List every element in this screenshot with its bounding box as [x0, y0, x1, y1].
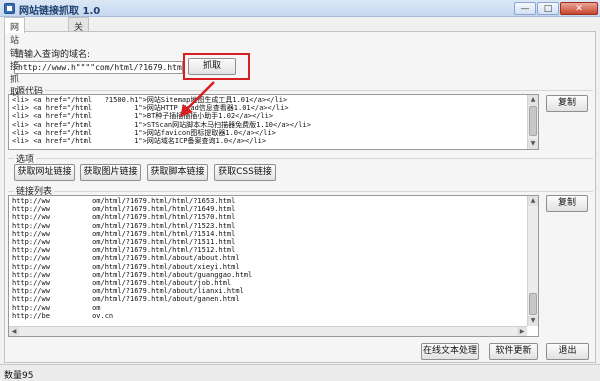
get-url-links-button[interactable]: 获取网址链接 — [14, 164, 75, 181]
maximize-button[interactable]: □ — [537, 2, 559, 15]
link-line: http://ww om/html/?1679.html/html/?1570.… — [12, 213, 236, 222]
scroll-down-arrow-icon[interactable]: ▼ — [528, 139, 538, 149]
links-vertical-scrollbar[interactable]: ▲ ▼ — [527, 196, 538, 326]
links-list-textarea[interactable]: http://ww om/html/?1679.html/html/?1653.… — [8, 195, 539, 337]
link-line: http://ww om/html/?1679.html/html/?1514.… — [12, 229, 236, 238]
link-line: http://ww om/html/?1679.html/about/lianx… — [12, 287, 244, 296]
links-horizontal-scrollbar[interactable]: ◀ ▶ — [9, 326, 527, 336]
domain-url-input[interactable]: http://www.h""""com/html/?1679.html — [14, 61, 183, 74]
code-line: <li> <a href="/html ?1500.h1">网站Sitemap地… — [12, 96, 288, 104]
link-line: http://ww om/html/?1679.html/html/?1649.… — [12, 205, 236, 214]
scroll-right-arrow-icon[interactable]: ▶ — [517, 327, 527, 336]
minimize-button[interactable]: — — [514, 2, 536, 15]
link-line: http://ww om/html/?1679.html/html/?1512.… — [12, 246, 236, 255]
separator — [8, 191, 593, 192]
window-title: 网站链接抓取 1.0 — [19, 6, 101, 17]
link-line: http://ww om/html/?1679.html/about/job.h… — [12, 279, 232, 288]
scroll-thumb[interactable] — [529, 106, 537, 136]
app-icon — [4, 3, 15, 14]
online-text-processing-button[interactable]: 在线文本处理 — [421, 343, 479, 360]
exit-button[interactable]: 退出 — [546, 343, 589, 360]
separator — [8, 158, 593, 159]
title-bar: 网站链接抓取 1.0 — □ ✕ — [0, 0, 600, 17]
code-line: <li> <a href="/html 1">网站favicon图标提取器1.0… — [12, 128, 276, 137]
link-count-status: 数量95 — [4, 371, 34, 381]
domain-prompt-label: 请输入查询的域名: — [15, 50, 91, 60]
link-line: http://be ov.cn — [12, 311, 114, 320]
fetch-button-highlight — [183, 53, 250, 80]
code-line: <li> <a href="/html 1">网站域名ICP备案查询1.0</a… — [12, 137, 267, 146]
separator — [8, 90, 593, 91]
scroll-down-arrow-icon[interactable]: ▼ — [528, 316, 538, 326]
link-line: http://ww om/html/?1679.html/html/?1653.… — [12, 197, 236, 205]
scroll-left-arrow-icon[interactable]: ◀ — [9, 327, 19, 336]
link-line: http://ww om/html/?1679.html/html/?1511.… — [12, 238, 236, 247]
scroll-up-arrow-icon[interactable]: ▲ — [528, 95, 538, 105]
link-line: http://ww om/html/?1679.html/about/about… — [12, 254, 240, 263]
source-code-textarea[interactable]: <li> <a href="/html ?1500.h1">网站Sitemap地… — [8, 94, 539, 150]
copy-links-button[interactable]: 复制 — [546, 195, 588, 212]
scroll-up-arrow-icon[interactable]: ▲ — [528, 196, 538, 206]
software-update-button[interactable]: 软件更新 — [489, 343, 538, 360]
link-line: http://ww om/html/?1679.html/about/guang… — [12, 270, 253, 279]
copy-source-button[interactable]: 复制 — [546, 95, 588, 112]
link-line: http://ww om/html/?1679.html/html/?1523.… — [12, 221, 236, 230]
get-image-links-button[interactable]: 获取图片链接 — [80, 164, 141, 181]
link-line: http://ww om — [12, 303, 101, 312]
tab-link-grabber[interactable]: 网站链接抓取 — [4, 17, 26, 98]
get-script-links-button[interactable]: 获取脚本链接 — [147, 164, 208, 181]
scroll-thumb[interactable] — [529, 293, 537, 315]
code-line: <li> <a href="/html 1">STScan网站脚本木马扫描器免费… — [12, 120, 311, 129]
source-scrollbar[interactable]: ▲ ▼ — [527, 95, 538, 149]
get-css-links-button[interactable]: 获取CSS链接 — [214, 164, 276, 181]
link-line: http://ww om/html/?1679.html/about/xieyi… — [12, 262, 240, 271]
code-line: <li> <a href="/html 1">BT种子插插插插小助手1.02</… — [12, 112, 274, 121]
link-line: http://ww om/html/?1679.html/about/ganen… — [12, 295, 240, 304]
close-button[interactable]: ✕ — [560, 2, 598, 15]
status-bar: 数量95 — [0, 364, 600, 381]
tab-about[interactable]: 关于 — [68, 17, 90, 46]
